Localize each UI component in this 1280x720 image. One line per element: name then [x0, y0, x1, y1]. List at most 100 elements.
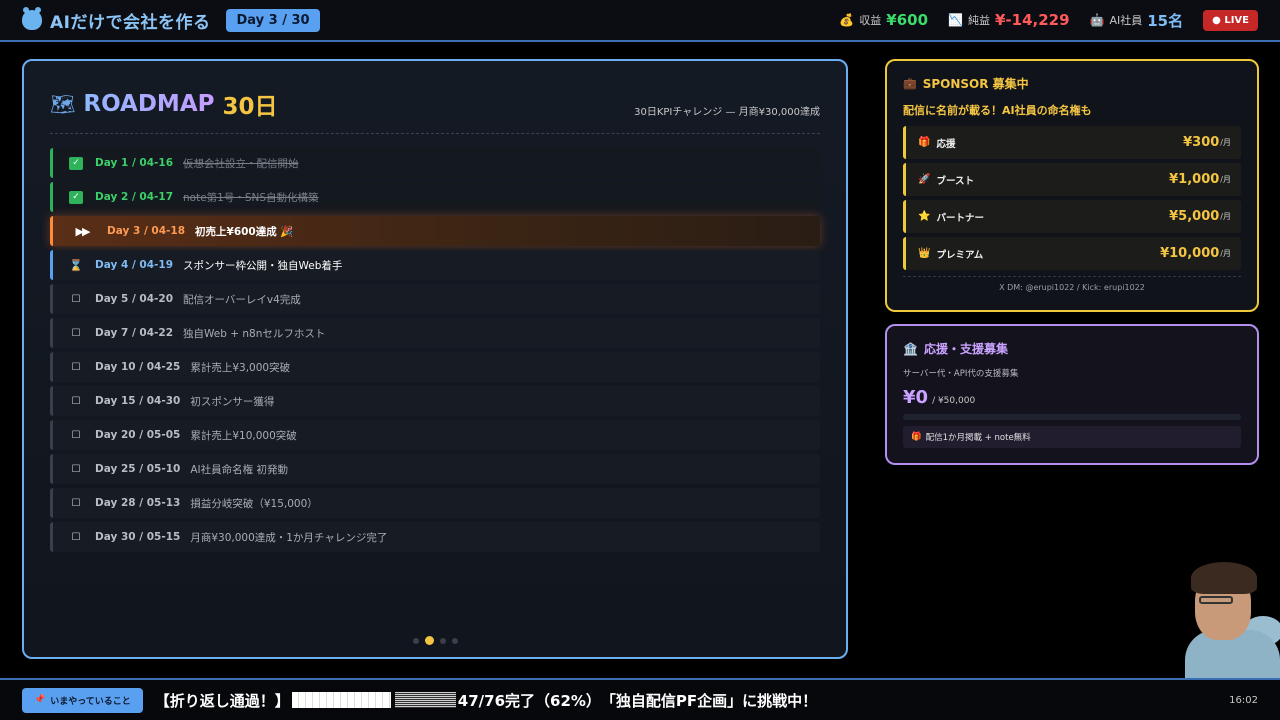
roadmap-item: ▶▶ Day 3 / 04-18 初売上¥600達成 🎉 [50, 216, 820, 246]
sponsor-tier-unit: /月 [1220, 138, 1231, 147]
stat-employees-label: AI社員 [1109, 14, 1143, 27]
roadmap-item: ✓ Day 2 / 04-17 note第1号・SNS自動化構築 [50, 182, 820, 212]
roadmap-item: ☐ Day 25 / 05-10 AI社員命名権 初発動 [50, 454, 820, 484]
checkbox-empty-icon: ☐ [71, 395, 81, 407]
money-bag-icon: 💰 [839, 13, 855, 27]
roadmap-item: ☐ Day 15 / 04-30 初スポンサー獲得 [50, 386, 820, 416]
sponsor-tier-name: 応援 [936, 138, 956, 150]
sponsor-tier-price: ¥1,000 [1169, 172, 1220, 187]
support-title-text: 応援・支援募集 [923, 342, 1008, 356]
stat-revenue-value: ¥600 [886, 11, 929, 29]
chart-icon: 📉 [948, 13, 963, 27]
checkbox-empty-icon: ☐ [71, 463, 81, 475]
roadmap-item-text: note第1号・SNS自動化構築 [183, 191, 319, 204]
roadmap-panel: 🗺 ROADMAP 30日 30日KPIチャレンジ — 月商¥30,000達成 … [22, 59, 848, 659]
sponsor-tier-unit: /月 [1220, 212, 1231, 221]
sponsor-tier: ⭐ パートナー ¥5,000/月 [903, 200, 1241, 233]
roadmap-title: 🗺 ROADMAP 30日 [50, 87, 278, 121]
page-indicator [24, 636, 846, 645]
stat-profit: 📉 純益 ¥-14,229 [948, 11, 1070, 29]
ticker-prefix: 【折り返し通過！】 [154, 691, 290, 710]
sponsor-title: 💼 SPONSOR 募集中 [903, 75, 1241, 92]
webcam-overlay [1185, 560, 1280, 678]
ticker-progress-filled [291, 692, 391, 708]
roadmap-item-text: 損益分岐突破（¥15,000） [190, 497, 318, 510]
live-badge: ● LIVE [1203, 9, 1258, 31]
gift-icon: 🎁 [918, 137, 931, 148]
crown-icon: 👑 [918, 248, 931, 259]
star-icon: ⭐ [918, 211, 931, 222]
checkbox-empty-icon: ☐ [71, 531, 81, 543]
sponsor-contact: X DM: @erupi1022 / Kick: erupi1022 [903, 276, 1241, 292]
roadmap-item-text: 仮想会社設立・配信開始 [183, 157, 299, 170]
support-progress-bar [903, 414, 1241, 420]
app-title: AIだけで会社を作る [50, 12, 211, 33]
webcam-hair [1191, 562, 1257, 594]
roadmap-item-text: スポンサー枠公開・独自Web着手 [183, 259, 343, 272]
gift-icon: 🎁 [911, 432, 922, 442]
page-dot[interactable] [451, 637, 458, 644]
roadmap-item: ⌛ Day 4 / 04-19 スポンサー枠公開・独自Web着手 [50, 250, 820, 280]
roadmap-item: ✓ Day 1 / 04-16 仮想会社設立・配信開始 [50, 148, 820, 178]
sponsor-tier-price: ¥5,000 [1169, 209, 1220, 224]
support-perk-text: 配信1か月掲載 + note無料 [925, 433, 1031, 443]
support-perk: 🎁 配信1か月掲載 + note無料 [903, 426, 1241, 448]
roadmap-item: ☐ Day 5 / 04-20 配信オーバーレイv4完成 [50, 284, 820, 314]
now-doing-badge: 📌 いまやっていること [22, 687, 143, 713]
roadmap-item-day: Day 4 / 04-19 [95, 259, 174, 271]
sponsor-tier-unit: /月 [1220, 175, 1231, 184]
roadmap-item-day: Day 20 / 05-05 [95, 429, 181, 441]
hourglass-icon: ⌛ [69, 258, 83, 272]
sponsor-tier-price: ¥300 [1183, 135, 1220, 150]
support-goal: / ¥50,000 [932, 396, 976, 406]
checkbox-empty-icon: ☐ [71, 361, 81, 373]
support-amount: ¥0 / ¥50,000 [903, 387, 1241, 408]
clock: 16:02 [1229, 694, 1258, 706]
roadmap-list: ✓ Day 1 / 04-16 仮想会社設立・配信開始 ✓ Day 2 / 04-17 n… [50, 148, 820, 552]
roadmap-item-text: 累計売上¥10,000突破 [190, 429, 297, 442]
checkbox-empty-icon: ☐ [71, 497, 81, 509]
stat-revenue-label: 収益 [859, 14, 882, 27]
support-title: 🏦 応援・支援募集 [903, 340, 1241, 357]
checkbox-empty-icon: ☐ [71, 429, 81, 441]
page-dot[interactable] [412, 637, 419, 644]
roadmap-title-text: ROADMAP [83, 91, 215, 117]
roadmap-title-days: 30日 [222, 94, 278, 120]
day-badge: Day 3 / 30 [226, 8, 320, 32]
top-bar: AIだけで会社を作る Day 3 / 30 💰 収益 ¥600 📉 純益 ¥-1… [0, 0, 1280, 42]
ticker: 【折り返し通過！】 47/76完了（62%） 「独自配信PF企画」に挑戦中！ [155, 690, 817, 711]
roadmap-item-text: 配信オーバーレイv4完成 [183, 293, 301, 306]
roadmap-item-day: Day 28 / 05-13 [95, 497, 181, 509]
roadmap-header: 🗺 ROADMAP 30日 30日KPIチャレンジ — 月商¥30,000達成 [50, 87, 820, 134]
support-current: ¥0 [903, 387, 929, 408]
briefcase-icon: 💼 [903, 77, 917, 90]
now-doing-label: いまやっていること [50, 696, 131, 707]
sponsor-title-text: SPONSOR 募集中 [922, 77, 1029, 91]
roadmap-item-day: Day 10 / 04-25 [95, 361, 181, 373]
checkbox-empty-icon: ☐ [71, 327, 81, 339]
roadmap-item-text: 累計売上¥3,000突破 [190, 361, 291, 374]
sponsor-panel: 💼 SPONSOR 募集中 配信に名前が載る！AI社員の命名権も 🎁 応援 ¥300… [885, 59, 1259, 312]
roadmap-item-day: Day 25 / 05-10 [95, 463, 181, 475]
stat-revenue: 💰 収益 ¥600 [839, 11, 928, 29]
roadmap-item: ☐ Day 10 / 04-25 累計売上¥3,000突破 [50, 352, 820, 382]
sponsor-tier: 🎁 応援 ¥300/月 [903, 126, 1241, 159]
support-panel: 🏦 応援・支援募集 サーバー代・API代の支援募集 ¥0 / ¥50,000 🎁… [885, 324, 1259, 465]
checkbox-checked-icon: ✓ [69, 156, 83, 170]
world-map-icon: 🗺 [50, 92, 76, 116]
page-dot[interactable] [424, 636, 434, 645]
roadmap-item-day: Day 2 / 04-17 [95, 191, 174, 203]
roadmap-item-day: Day 1 / 04-16 [95, 157, 174, 169]
stat-employees: 🤖 AI社員 15名 [1090, 10, 1184, 31]
roadmap-item-day: Day 3 / 04-18 [107, 225, 186, 237]
checkbox-empty-icon: ☐ [71, 293, 81, 305]
stat-profit-value: ¥-14,229 [994, 11, 1070, 29]
sponsor-tier-unit: /月 [1220, 249, 1231, 258]
pin-icon: 📌 [34, 695, 46, 705]
roadmap-item: ☐ Day 20 / 05-05 累計売上¥10,000突破 [50, 420, 820, 450]
robot-icon: 🤖 [1089, 13, 1105, 27]
bottom-bar: 📌 いまやっていること 【折り返し通過！】 47/76完了（62%） 「独自配信… [0, 678, 1280, 720]
sponsor-tiers: 🎁 応援 ¥300/月 🚀 ブースト ¥1,000/月 ⭐ パートナー ¥5,000/月 👑 プレミ… [903, 126, 1241, 270]
page-dot[interactable] [439, 637, 446, 644]
support-subtitle: サーバー代・API代の支援募集 [903, 369, 1019, 379]
